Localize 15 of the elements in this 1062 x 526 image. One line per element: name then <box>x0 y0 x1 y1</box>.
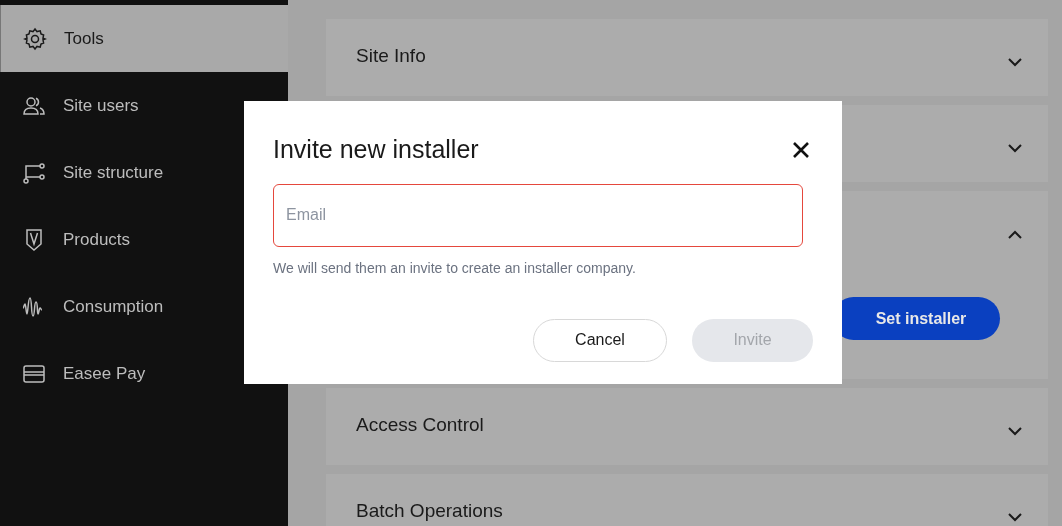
sidebar-item[interactable]: Tools <box>0 5 288 72</box>
section-title: Batch Operations <box>356 499 503 524</box>
chevron-down-icon[interactable] <box>1008 427 1022 436</box>
chevron-down-icon[interactable] <box>1008 58 1022 67</box>
sidebar-item[interactable]: Easee Pay <box>0 340 288 407</box>
gear-icon <box>23 26 47 51</box>
email-field[interactable]: Email <box>273 183 803 247</box>
cancel-button[interactable]: Cancel <box>533 318 667 362</box>
close-icon[interactable] <box>792 140 810 159</box>
chevron-up-icon[interactable] <box>1008 230 1022 239</box>
chevron-down-icon[interactable] <box>1008 513 1022 522</box>
structure-icon <box>22 160 46 185</box>
chevron-down-icon[interactable] <box>1008 144 1022 153</box>
section-title: Site Info <box>356 44 426 69</box>
section-title: Access Control <box>356 413 484 438</box>
